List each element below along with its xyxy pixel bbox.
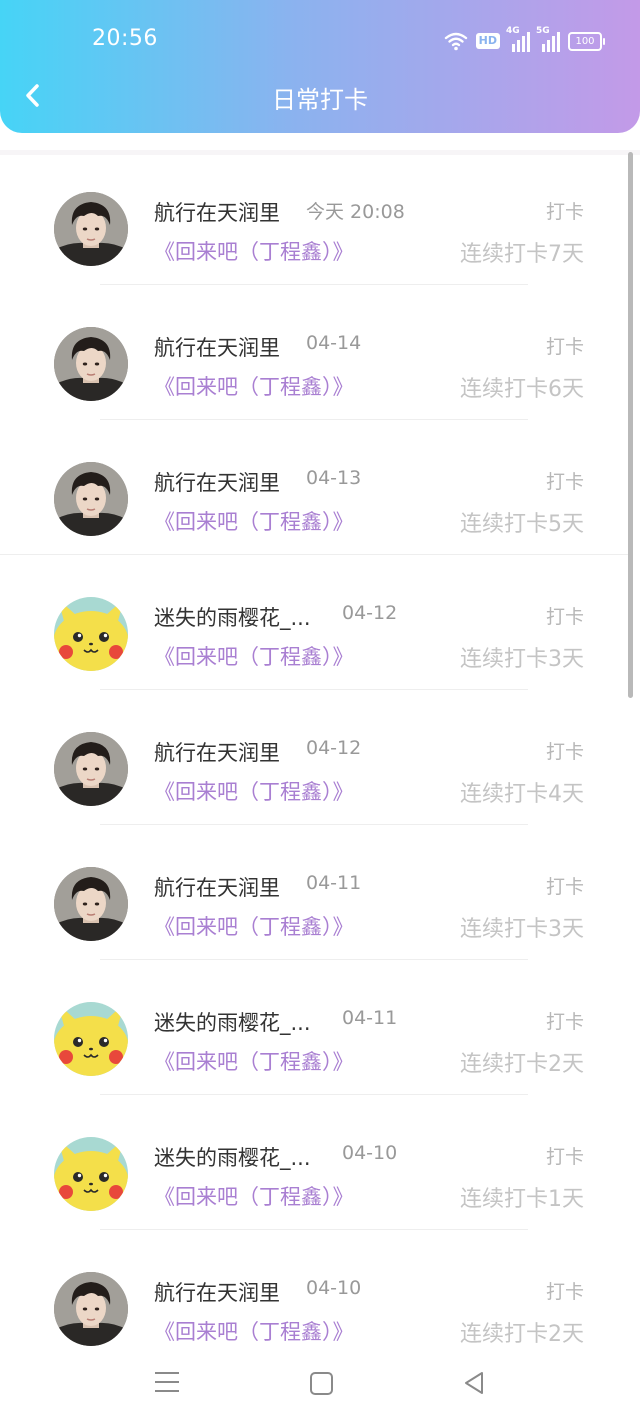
checkin-tag: 打卡 — [545, 471, 584, 493]
portrait-avatar[interactable] — [54, 462, 128, 536]
checkin-tag: 打卡 — [545, 1281, 584, 1303]
list-item[interactable]: 迷失的雨樱花_... 04-11 《回来吧（丁程鑫）》 打卡连续打卡2天 — [0, 960, 628, 1095]
checkin-date: 04-12 — [342, 602, 398, 624]
user-name[interactable]: 航行在天润里 — [154, 1277, 280, 1307]
signal-5g-icon: 5G — [536, 26, 560, 52]
song-title-link[interactable]: 《回来吧（丁程鑫）》 — [154, 506, 354, 536]
pikachu-avatar[interactable] — [54, 1137, 128, 1211]
user-name[interactable]: 航行在天润里 — [154, 872, 280, 902]
checkin-tag: 打卡 — [545, 741, 584, 763]
checkin-date: 04-12 — [306, 737, 362, 759]
streak-count: 连续打卡3天 — [460, 647, 584, 672]
list-item[interactable]: 航行在天润里 04-14 《回来吧（丁程鑫）》 打卡连续打卡6天 — [0, 285, 628, 420]
pikachu-avatar[interactable] — [54, 1002, 128, 1076]
list-item[interactable]: 航行在天润里 04-12 《回来吧（丁程鑫）》 打卡连续打卡4天 — [0, 690, 628, 825]
list-item[interactable]: 迷失的雨樱花_... 04-12 《回来吧（丁程鑫）》 打卡连续打卡3天 — [0, 555, 628, 690]
streak-count: 连续打卡2天 — [460, 1322, 584, 1347]
portrait-avatar[interactable] — [54, 1272, 128, 1346]
streak-count: 连续打卡5天 — [460, 512, 584, 537]
checkin-tag: 打卡 — [545, 201, 584, 223]
user-name[interactable]: 航行在天润里 — [154, 737, 280, 767]
signal-4g-icon: 4G — [506, 26, 530, 52]
song-title-link[interactable]: 《回来吧（丁程鑫）》 — [154, 371, 354, 401]
user-name[interactable]: 迷失的雨樱花_... — [154, 1142, 311, 1172]
streak-count: 连续打卡1天 — [460, 1187, 584, 1212]
wifi-icon — [444, 32, 467, 51]
user-name[interactable]: 迷失的雨樱花_... — [154, 602, 311, 632]
user-name[interactable]: 航行在天润里 — [154, 197, 280, 227]
streak-count: 连续打卡2天 — [460, 1052, 584, 1077]
streak-count: 连续打卡3天 — [460, 917, 584, 942]
checkin-date: 04-14 — [306, 332, 362, 354]
checkin-tag: 打卡 — [545, 1011, 584, 1033]
song-title-link[interactable]: 《回来吧（丁程鑫）》 — [154, 1046, 354, 1076]
checkin-tag: 打卡 — [545, 606, 584, 628]
song-title-link[interactable]: 《回来吧（丁程鑫）》 — [154, 911, 354, 941]
user-name[interactable]: 航行在天润里 — [154, 467, 280, 497]
song-title-link[interactable]: 《回来吧（丁程鑫）》 — [154, 776, 354, 806]
song-title-link[interactable]: 《回来吧（丁程鑫）》 — [154, 236, 354, 266]
list-item[interactable]: 航行在天润里 今天 20:08 《回来吧（丁程鑫）》 打卡连续打卡7天 — [0, 150, 628, 285]
checkin-tag: 打卡 — [545, 1146, 584, 1168]
menu-icon[interactable] — [155, 1372, 179, 1394]
song-title-link[interactable]: 《回来吧（丁程鑫）》 — [154, 1181, 354, 1211]
page-title: 日常打卡 — [272, 86, 368, 114]
checkin-date: 04-10 — [306, 1277, 362, 1299]
user-name[interactable]: 航行在天润里 — [154, 332, 280, 362]
checkin-tag: 打卡 — [545, 876, 584, 898]
hd-badge: HD — [475, 33, 500, 49]
song-title-link[interactable]: 《回来吧（丁程鑫）》 — [154, 1316, 354, 1346]
checkin-date: 04-11 — [342, 1007, 398, 1029]
pikachu-avatar[interactable] — [54, 597, 128, 671]
checkin-date: 今天 20:08 — [306, 201, 405, 223]
home-icon[interactable] — [310, 1372, 333, 1395]
portrait-avatar[interactable] — [54, 732, 128, 806]
app-header: 20:56 HD 4G 5G 100 日常打卡 — [0, 0, 640, 133]
signal-5g-label: 5G — [536, 26, 550, 36]
system-nav-bar — [0, 1350, 640, 1422]
list-item[interactable]: 航行在天润里 04-11 《回来吧（丁程鑫）》 打卡连续打卡3天 — [0, 825, 628, 960]
status-icons: HD 4G 5G 100 — [444, 26, 605, 54]
list-item[interactable]: 迷失的雨樱花_... 04-10 《回来吧（丁程鑫）》 打卡连续打卡1天 — [0, 1095, 628, 1230]
status-time: 20:56 — [92, 26, 158, 51]
checkin-date: 04-13 — [306, 467, 362, 489]
signal-4g-label: 4G — [506, 26, 520, 36]
scrollbar[interactable] — [628, 152, 633, 698]
checkin-tag: 打卡 — [545, 336, 584, 358]
streak-count: 连续打卡7天 — [460, 242, 584, 267]
streak-count: 连续打卡4天 — [460, 782, 584, 807]
checkin-list[interactable]: 航行在天润里 今天 20:08 《回来吧（丁程鑫）》 打卡 连续打卡7天 航行在天润里 0… — [0, 150, 640, 1365]
battery-icon: 100 — [568, 31, 605, 51]
user-name[interactable]: 迷失的雨樱花_... — [154, 1007, 311, 1037]
checkin-date: 04-11 — [306, 872, 362, 894]
portrait-avatar[interactable] — [54, 867, 128, 941]
list-item[interactable]: 航行在天润里 04-13 《回来吧（丁程鑫）》 打卡连续打卡5天 — [0, 420, 628, 555]
list-item[interactable]: 航行在天润里 04-10 《回来吧（丁程鑫）》 打卡连续打卡2天 — [0, 1230, 628, 1365]
triangle-back-icon[interactable] — [462, 1370, 486, 1396]
portrait-avatar[interactable] — [54, 192, 128, 266]
portrait-avatar[interactable] — [54, 327, 128, 401]
streak-count: 连续打卡6天 — [460, 377, 584, 402]
checkin-date: 04-10 — [342, 1142, 398, 1164]
song-title-link[interactable]: 《回来吧（丁程鑫）》 — [154, 641, 354, 671]
